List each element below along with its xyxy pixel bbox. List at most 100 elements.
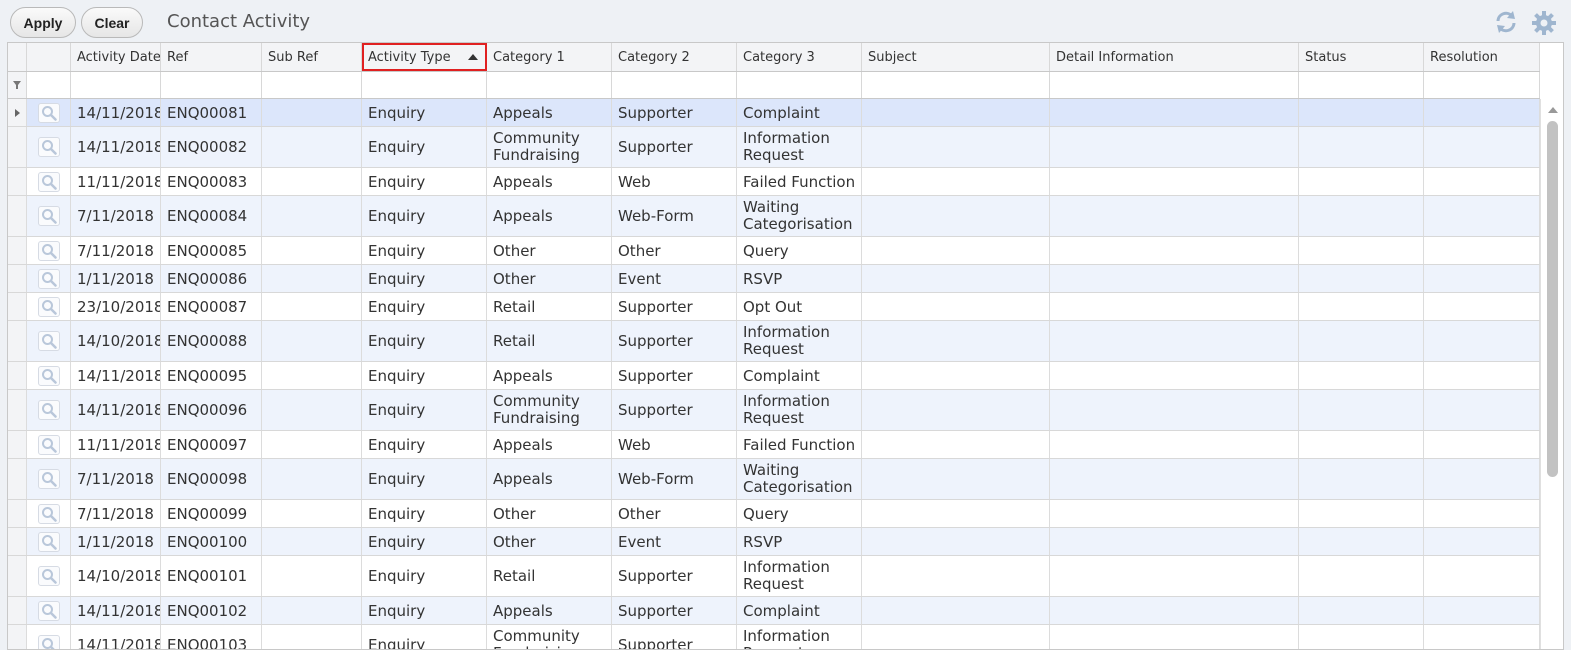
table-row[interactable]: 1/11/2018 ENQ00100 Enquiry Other Event RSVP [8, 528, 1540, 556]
magnifier-icon[interactable] [37, 635, 60, 649]
cell-category-1[interactable]: Other [487, 500, 612, 527]
row-indicator[interactable] [8, 500, 27, 527]
cell-category-3[interactable]: Information Request [737, 321, 862, 361]
cell-category-1[interactable]: Other [487, 528, 612, 555]
cell-detail-information[interactable] [1050, 431, 1299, 458]
cell-activity-type[interactable]: Enquiry [362, 528, 487, 555]
cell-sub-ref[interactable] [262, 459, 362, 499]
magnifier-icon[interactable] [37, 296, 60, 317]
cell-resolution[interactable] [1424, 459, 1540, 499]
cell-sub-ref[interactable] [262, 293, 362, 320]
cell-category-3[interactable]: Information Request [737, 127, 862, 167]
filter-cell-activity-date[interactable] [71, 72, 161, 98]
cell-category-3[interactable]: RSVP [737, 265, 862, 292]
cell-resolution[interactable] [1424, 528, 1540, 555]
magnifier-icon[interactable] [37, 503, 60, 524]
cell-activity-date[interactable]: 1/11/2018 [71, 265, 161, 292]
cell-sub-ref[interactable] [262, 556, 362, 596]
table-row[interactable]: 7/11/2018 ENQ00084 Enquiry Appeals Web-Form W… [8, 196, 1540, 237]
cell-activity-date[interactable]: 7/11/2018 [71, 196, 161, 236]
cell-category-1[interactable]: Community Fundraising [487, 127, 612, 167]
table-row[interactable]: 14/11/2018 ENQ00081 Enquiry Appeals Supporte… [8, 99, 1540, 127]
col-header-resolution[interactable]: Resolution [1424, 43, 1540, 71]
cell-category-1[interactable]: Appeals [487, 196, 612, 236]
cell-activity-type[interactable]: Enquiry [362, 597, 487, 624]
cell-category-3[interactable]: Complaint [737, 362, 862, 389]
cell-category-3[interactable]: Information Request [737, 390, 862, 430]
cell-category-3[interactable]: Opt Out [737, 293, 862, 320]
apply-button[interactable]: Apply [10, 7, 76, 38]
gear-icon[interactable] [1531, 10, 1556, 35]
cell-sub-ref[interactable] [262, 362, 362, 389]
cell-sub-ref[interactable] [262, 168, 362, 195]
cell-subject[interactable] [862, 237, 1050, 264]
cell-detail-information[interactable] [1050, 597, 1299, 624]
cell-category-1[interactable]: Appeals [487, 362, 612, 389]
cell-detail-information[interactable] [1050, 500, 1299, 527]
cell-ref[interactable]: ENQ00097 [161, 431, 262, 458]
cell-category-1[interactable]: Appeals [487, 459, 612, 499]
cell-status[interactable] [1299, 459, 1424, 499]
cell-ref[interactable]: ENQ00103 [161, 625, 262, 649]
row-indicator[interactable] [8, 362, 27, 389]
cell-subject[interactable] [862, 293, 1050, 320]
table-row[interactable]: 1/11/2018 ENQ00086 Enquiry Other Event RSVP [8, 265, 1540, 293]
cell-detail-information[interactable] [1050, 528, 1299, 555]
magnifier-icon[interactable] [37, 171, 60, 192]
magnifier-icon[interactable] [37, 400, 60, 420]
cell-category-2[interactable]: Supporter [612, 321, 737, 361]
cell-sub-ref[interactable] [262, 597, 362, 624]
table-row[interactable]: 7/11/2018 ENQ00085 Enquiry Other Other Query [8, 237, 1540, 265]
cell-subject[interactable] [862, 390, 1050, 430]
filter-cell-ref[interactable] [161, 72, 262, 98]
cell-activity-date[interactable]: 14/11/2018 [71, 625, 161, 649]
cell-category-1[interactable]: Retail [487, 556, 612, 596]
filter-cell-status[interactable] [1299, 72, 1424, 98]
cell-sub-ref[interactable] [262, 390, 362, 430]
cell-category-3[interactable]: Failed Function [737, 431, 862, 458]
cell-status[interactable] [1299, 265, 1424, 292]
filter-cell-category-3[interactable] [737, 72, 862, 98]
cell-category-2[interactable]: Supporter [612, 362, 737, 389]
cell-sub-ref[interactable] [262, 237, 362, 264]
cell-ref[interactable]: ENQ00099 [161, 500, 262, 527]
cell-detail-information[interactable] [1050, 321, 1299, 361]
cell-detail-information[interactable] [1050, 556, 1299, 596]
cell-activity-type[interactable]: Enquiry [362, 168, 487, 195]
cell-resolution[interactable] [1424, 362, 1540, 389]
cell-category-3[interactable]: RSVP [737, 528, 862, 555]
cell-ref[interactable]: ENQ00082 [161, 127, 262, 167]
cell-activity-type[interactable]: Enquiry [362, 362, 487, 389]
cell-status[interactable] [1299, 556, 1424, 596]
cell-activity-type[interactable]: Enquiry [362, 237, 487, 264]
magnifier-icon[interactable] [37, 102, 60, 123]
cell-category-2[interactable]: Other [612, 237, 737, 264]
cell-resolution[interactable] [1424, 431, 1540, 458]
cell-ref[interactable]: ENQ00098 [161, 459, 262, 499]
col-header-category-1[interactable]: Category 1 [487, 43, 612, 71]
cell-activity-type[interactable]: Enquiry [362, 390, 487, 430]
cell-subject[interactable] [862, 99, 1050, 126]
cell-status[interactable] [1299, 237, 1424, 264]
cell-subject[interactable] [862, 528, 1050, 555]
cell-subject[interactable] [862, 597, 1050, 624]
row-indicator[interactable] [8, 168, 27, 195]
cell-subject[interactable] [862, 265, 1050, 292]
cell-ref[interactable]: ENQ00086 [161, 265, 262, 292]
cell-category-3[interactable]: Waiting Categorisation [737, 196, 862, 236]
table-row[interactable]: 14/11/2018ENQ00103 EnquiryCommunity Fundr… [8, 625, 1540, 649]
row-indicator[interactable] [8, 127, 27, 167]
cell-resolution[interactable] [1424, 556, 1540, 596]
cell-category-2[interactable]: Web-Form [612, 196, 737, 236]
table-row[interactable]: 14/11/2018 ENQ00082 Enquiry Community Fundr… [8, 127, 1540, 168]
cell-status[interactable] [1299, 127, 1424, 167]
cell-activity-date[interactable]: 7/11/2018 [71, 237, 161, 264]
cell-category-2[interactable]: Supporter [612, 99, 737, 126]
col-header-sub-ref[interactable]: Sub Ref [262, 43, 362, 71]
cell-category-2[interactable]: Supporter [612, 625, 737, 649]
cell-activity-type[interactable]: Enquiry [362, 459, 487, 499]
col-header-category-3[interactable]: Category 3 [737, 43, 862, 71]
cell-subject[interactable] [862, 500, 1050, 527]
cell-activity-date[interactable]: 11/11/2018 [71, 168, 161, 195]
cell-resolution[interactable] [1424, 196, 1540, 236]
